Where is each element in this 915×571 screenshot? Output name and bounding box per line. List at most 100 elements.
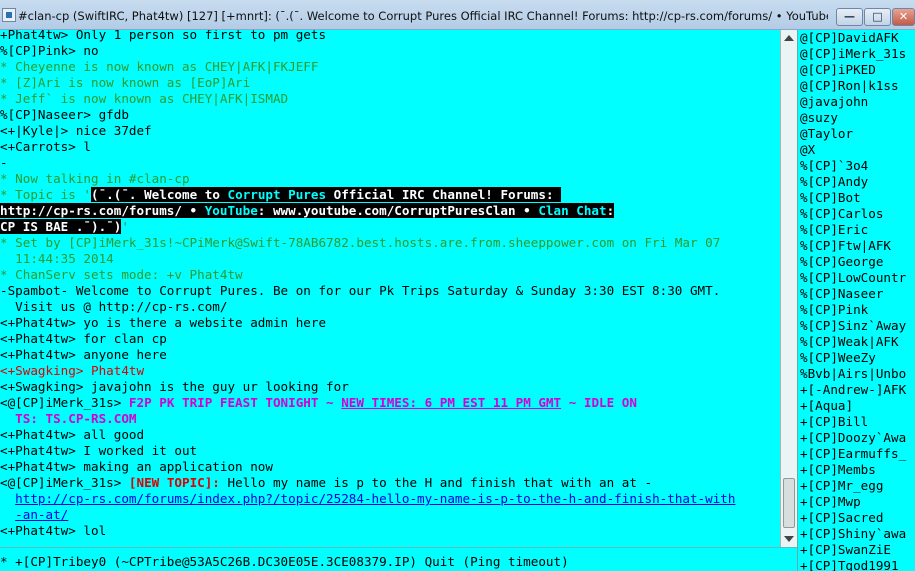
chat-text: ~ IDLE ON [561,395,637,410]
scroll-down-arrow-icon[interactable] [784,536,794,542]
topic-link[interactable]: -an-at/ [15,507,68,522]
nick-item[interactable]: +[CP]Mwp [800,494,915,510]
chat-line: <+Carrots> l [0,139,780,155]
close-button[interactable]: ✕ [892,8,915,26]
scroll-up-arrow-icon[interactable] [784,35,794,41]
chat-text: * ChanServ sets mode: +v Phat4tw [0,267,243,282]
nick-item[interactable]: %[CP]Sinz`Away [800,318,915,334]
app-icon[interactable] [2,8,16,22]
chat-line: +Phat4tw> Only 1 person so first to pm g… [0,30,780,43]
chat-event-line: * ChanServ sets mode: +v Phat4tw [0,267,780,283]
chat-line: <+Phat4tw> anyone here [0,347,780,363]
chat-line: <+Phat4tw> yo is there a website admin h… [0,315,780,331]
chat-line: <+Phat4tw> making an application now [0,459,780,475]
topic-text: (¯.(¯. Welcome to [91,187,228,202]
chat-text: <@[CP]iMerk_31s> [0,395,129,410]
chat-text: <+Phat4tw> lol [0,523,107,538]
nick-item[interactable]: %[CP]LowCountr [800,270,915,286]
title-bar: #clan-cp (SwiftIRC, Phat4tw) [127] [+mnr… [0,0,915,30]
nick-item[interactable]: @Taylor [800,126,915,142]
nick-item[interactable]: %[CP]WeeZy [800,350,915,366]
chat-line: %[CP]Naseer> gfdb [0,107,780,123]
nick-item[interactable]: %[CP]Bot [800,190,915,206]
window-title: #clan-cp (SwiftIRC, Phat4tw) [127] [+mnr… [18,9,828,23]
nick-item[interactable]: @javajohn [800,94,915,110]
chat-line: -an-at/ [0,507,780,523]
chat-text: Visit us @ http://cp-rs.com/ [0,299,228,314]
nick-item[interactable]: %[CP]Ftw|AFK [800,238,915,254]
nick-item[interactable]: %[CP]George [800,254,915,270]
nick-item[interactable]: @X [800,142,915,158]
topic-line: http://cp-rs.com/forums/ • YouTube: www.… [0,203,780,219]
nick-item[interactable]: %[CP]Weak|AFK [800,334,915,350]
chat-text: <+Swagking> Phat4tw [0,363,145,378]
chat-text: - [0,155,8,170]
nick-item[interactable]: %[CP]Carlos [800,206,915,222]
chat-text: -Spambot- Welcome to Corrupt Pures. Be o… [0,283,721,298]
nick-item[interactable]: +[CP]Bill [800,414,915,430]
nick-item[interactable]: %[CP]Naseer [800,286,915,302]
nick-item[interactable]: +[CP]Mr_egg [800,478,915,494]
chat-text: %[CP]Pink> no [0,43,99,58]
chat-text: Hello my name is p to the H and finish t… [219,475,653,490]
maximize-button[interactable]: □ [864,8,891,26]
status-line: * +[CP]Tribey0 (~CPTribe@53A5C26B.DC30E0… [0,554,569,569]
topic-highlight: (¯.(¯. Welcome to Corrupt Pures Official… [91,187,562,202]
chat-scrollbar[interactable] [780,30,797,547]
topic-text: Official IRC Channel! Forums: [326,187,562,202]
nick-item[interactable]: %[CP]Andy [800,174,915,190]
chat-text: +Phat4tw> Only 1 person so first to pm g… [0,30,327,42]
chat-line: <+Phat4tw> lol [0,523,780,539]
topic-line: * Topic is '(¯.(¯. Welcome to Corrupt Pu… [0,187,780,203]
chat-text: TS: TS.CP-RS.COM [0,411,137,426]
chat-highlight-line: <+Swagking> Phat4tw [0,363,780,379]
topic-text: YouTube [204,203,258,218]
minimize-button[interactable]: — [836,8,863,26]
chat-text: <+Phat4tw> anyone here [0,347,167,362]
nick-item[interactable]: +[CP]Doozy`Awa [800,430,915,446]
nick-item[interactable]: +[CP]SwanZiE [800,542,915,558]
chat-line: <+Phat4tw> I worked it out [0,443,780,459]
nick-item[interactable]: %[CP]Eric [800,222,915,238]
nick-item[interactable]: +[CP]Membs [800,462,915,478]
topic-link[interactable]: http://cp-rs.com/forums/index.php?/topic… [15,491,735,506]
chat-line: <@[CP]iMerk_31s> [NEW TOPIC]: Hello my n… [0,475,780,491]
nick-item[interactable]: +[Aqua] [800,398,915,414]
chat-text: <+Swagking> javajohn is the guy ur looki… [0,379,349,394]
nick-item[interactable]: +[-Andrew-]AFK [800,382,915,398]
nick-item[interactable]: @suzy [800,110,915,126]
chat-text: [NEW TOPIC]: [128,475,220,490]
chat-line: %[CP]Pink> no [0,43,780,59]
chat-text: %[CP]Naseer> gfdb [0,107,129,122]
nick-item[interactable]: @[CP]iMerk_31s [800,46,915,62]
nick-item[interactable]: +[CP]Earmuffs_ [800,446,915,462]
nick-item[interactable]: @[CP]Ron|k1ss [800,78,915,94]
chat-line: http://cp-rs.com/forums/index.php?/topic… [0,491,780,507]
chat-text: F2P PK TRIP FEAST TONIGHT ~ [128,395,342,410]
chat-log: +Phat4tw> Only 1 person so first to pm g… [0,30,780,547]
nick-item[interactable]: +[CP]Shiny`awa [800,526,915,542]
nick-item[interactable]: %[CP]`3o4 [800,158,915,174]
chat-line: - [0,155,780,171]
nick-item[interactable]: @[CP]iPKED [800,62,915,78]
nick-list: @[CP]DavidAFK @[CP]iMerk_31s @[CP]iPKED … [797,30,915,571]
chat-text: <+Phat4tw> for clan cp [0,331,167,346]
chat-text [0,491,15,506]
nick-item[interactable]: %[CP]Pink [800,302,915,318]
nick-item[interactable]: %Bvb|Airs|Unbo [800,366,915,382]
scroll-thumb[interactable] [783,478,795,528]
nick-item[interactable]: +[CP]Tgod1991 [800,558,915,571]
chat-text: NEW TIMES: 6 PM EST 11 PM GMT [341,395,562,410]
topic-text: CP IS BAE .¯).¯) [0,219,122,234]
topic-text: : www.youtube.com/CorruptPuresClan • [257,203,539,218]
chat-line: <+Phat4tw> for clan cp [0,331,780,347]
chat-text: * Jeff` is now known as CHEY|AFK|ISMAD [0,91,289,106]
topic-text: http://cp-rs.com/forums/ • [0,203,205,218]
chat-text: * Now talking in #clan-cp [0,171,190,186]
chat-event-line: * [Z]Ari is now known as [EoP]Ari [0,75,780,91]
nick-item[interactable]: +[CP]Sacred [800,510,915,526]
chat-event-line: * Jeff` is now known as CHEY|AFK|ISMAD [0,91,780,107]
nick-item[interactable]: @[CP]DavidAFK [800,30,915,46]
chat-text: <+Phat4tw> I worked it out [0,443,198,458]
chat-text [0,507,15,522]
